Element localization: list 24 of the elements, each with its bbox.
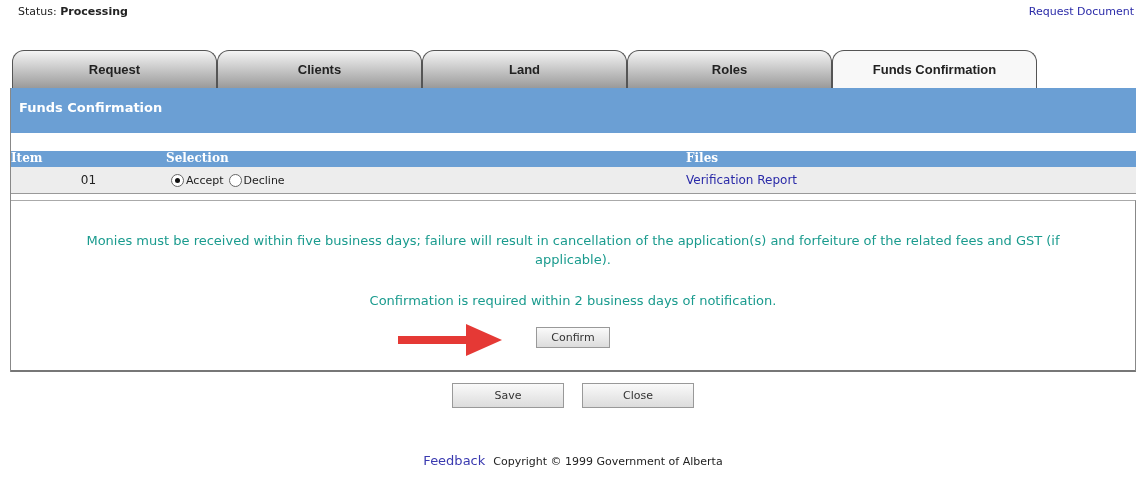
column-header: Files xyxy=(686,151,720,167)
column-header: Item xyxy=(11,151,44,167)
request-document-link[interactable]: Request Document xyxy=(1028,5,1134,18)
notice-text: Monies must be received within five business days; failure will result in cancellation of the application(s) and forfeiture of the related fees and GST (if applicable). xyxy=(85,232,1061,269)
action-button[interactable]: Save xyxy=(452,383,564,408)
tab[interactable]: Clients xyxy=(217,50,422,88)
status-text: Status: Processing xyxy=(18,5,128,18)
confirm-button[interactable]: Confirm xyxy=(536,327,610,348)
tab[interactable]: Roles xyxy=(627,50,832,88)
action-button[interactable]: Close xyxy=(582,383,694,408)
panel-title: Funds Confirmation xyxy=(11,88,1136,133)
radio-button[interactable] xyxy=(171,173,184,187)
radio-option[interactable]: Decline xyxy=(228,173,285,187)
column-header: Selection xyxy=(166,151,230,167)
tab[interactable]: Funds Confirmation xyxy=(832,50,1037,88)
notice-text: Confirmation is required within 2 business days of notification. xyxy=(368,292,778,310)
tab[interactable]: Land xyxy=(422,50,627,88)
file-link[interactable]: Verification Report xyxy=(686,173,798,187)
tab[interactable]: Request xyxy=(12,50,217,88)
radio-button[interactable] xyxy=(228,173,242,187)
feedback-link[interactable]: Feedback xyxy=(423,453,486,468)
copyright-text: Copyright © 1999 Government of Alberta xyxy=(493,455,723,468)
radio-option[interactable]: Accept xyxy=(171,173,224,187)
table-cell-text: 01 xyxy=(79,173,98,187)
